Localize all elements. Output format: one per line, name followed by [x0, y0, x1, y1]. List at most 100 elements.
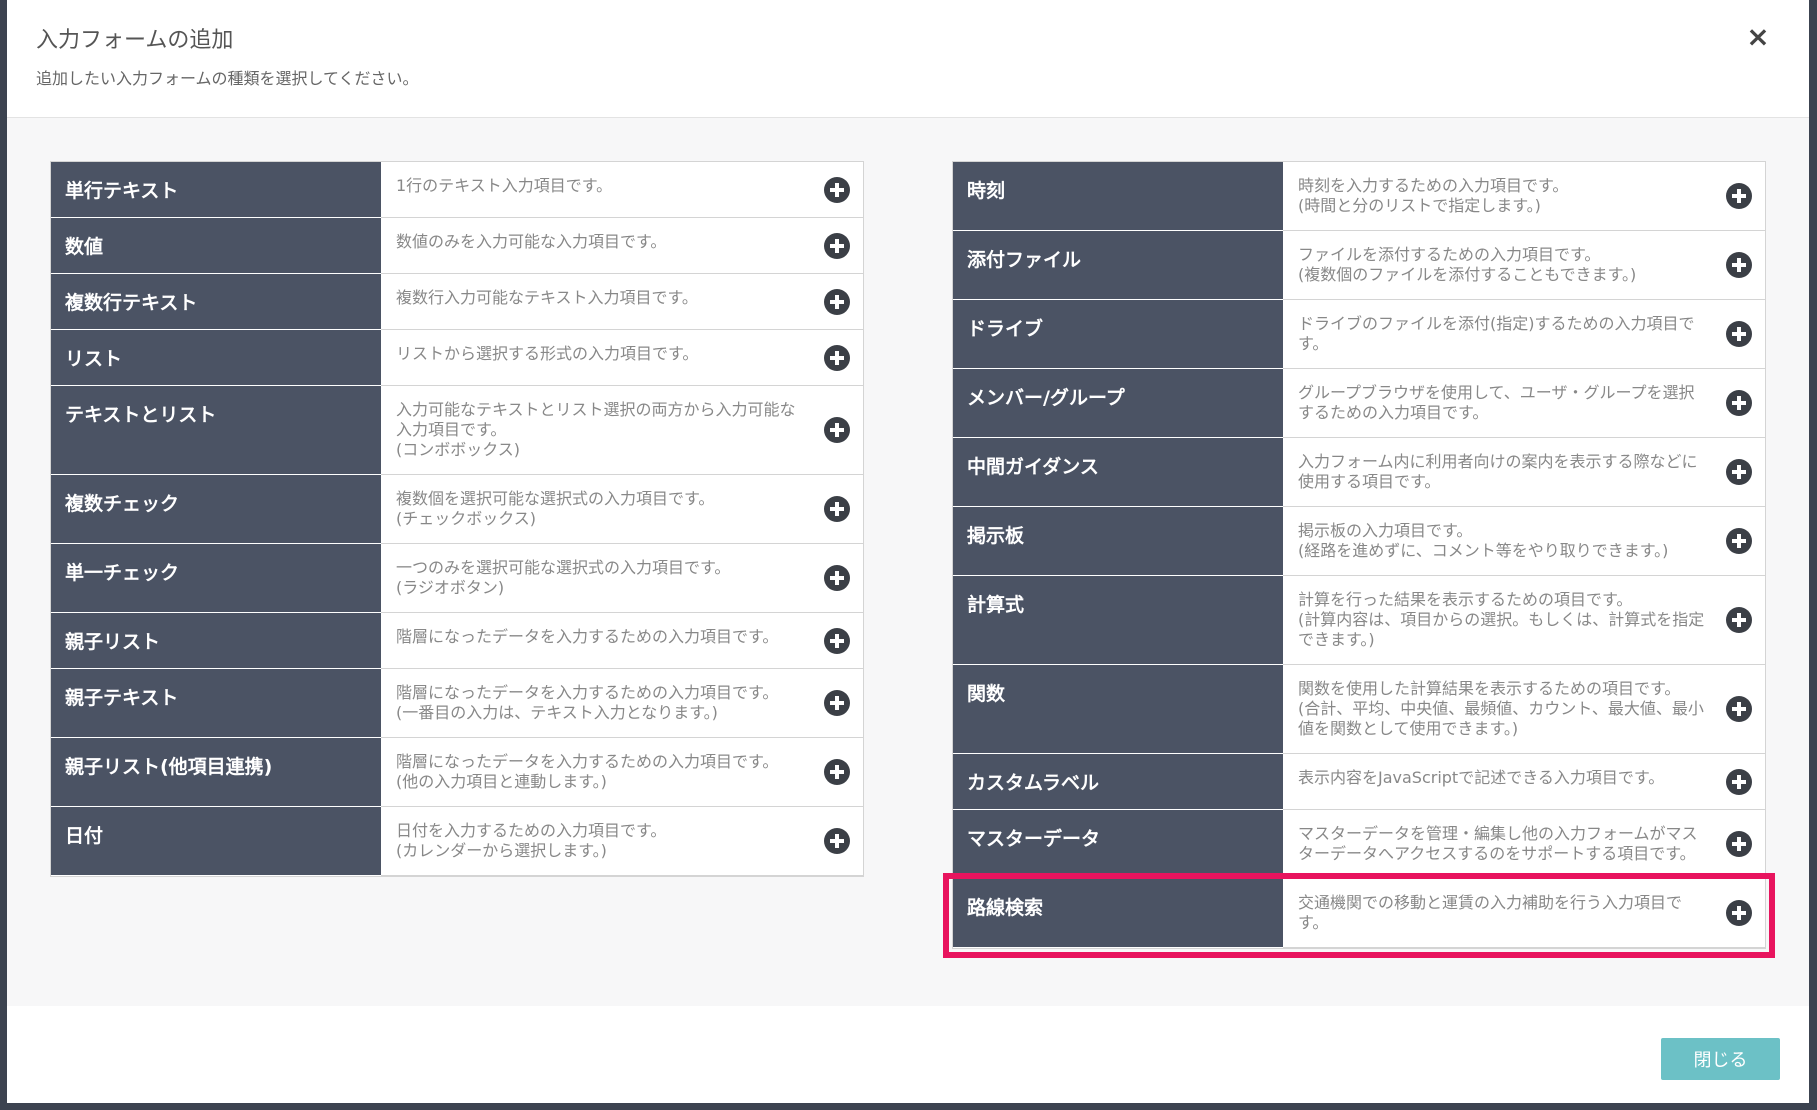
plus-circle-icon[interactable] [824, 232, 850, 259]
description-line: (他の入力項目と連動します。) [396, 772, 607, 791]
form-type-description: リストから選択する形式の入力項目です。 [381, 329, 863, 386]
description-line: 階層になったデータを入力するための入力項目です。 [396, 627, 779, 646]
description-line: (時間と分のリストで指定します。) [1298, 196, 1541, 215]
form-type-name: メンバー/グループ [953, 368, 1283, 438]
form-type-name: 数値 [51, 217, 381, 274]
close-button[interactable]: 閉じる [1661, 1038, 1780, 1080]
form-type-row[interactable]: カスタムラベル 表示内容をJavaScriptで記述できる入力項目です。 [953, 753, 1765, 810]
description-line: (一番目の入力は、テキスト入力となります。) [396, 703, 718, 722]
description-line: グループブラウザを使用して、ユーザ・グループを選択するための入力項目です。 [1298, 383, 1695, 422]
plus-circle-icon[interactable] [824, 496, 850, 522]
form-type-description: 階層になったデータを入力するための入力項目です。 (他の入力項目と連動します。) [381, 737, 863, 807]
form-type-row[interactable]: テキストとリスト 入力可能なテキストとリスト選択の両方から入力可能な入力項目です。… [51, 385, 863, 475]
form-type-row[interactable]: 時刻 時刻を入力するための入力項目です。 (時間と分のリストで指定します。) [953, 162, 1765, 231]
form-type-description: 掲示板の入力項目です。 (経路を進めずに、コメント等をやり取りできます。) [1283, 506, 1765, 576]
description-line: (コンボボックス) [396, 440, 521, 459]
form-type-row[interactable]: ドライブ ドライブのファイルを添付(指定)するための入力項目です。 [953, 299, 1765, 369]
form-type-description: 複数行入力可能なテキスト入力項目です。 [381, 273, 863, 330]
form-type-name: 単一チェック [51, 543, 381, 613]
form-type-row[interactable]: 単一チェック 一つのみを選択可能な選択式の入力項目です。 (ラジオボタン) [51, 543, 863, 613]
form-type-description: 入力フォーム内に利用者向けの案内を表示する際などに使用する項目です。 [1283, 437, 1765, 507]
plus-circle-icon[interactable] [824, 828, 850, 854]
plus-circle-icon[interactable] [824, 565, 850, 591]
form-type-row[interactable]: 路線検索 交通機関での移動と運賃の入力補助を行う入力項目です。 [953, 878, 1765, 948]
plus-circle-icon[interactable] [1726, 390, 1752, 416]
form-type-name: 計算式 [953, 575, 1283, 665]
dialog-title: 入力フォームの追加 [36, 28, 234, 53]
plus-circle-icon[interactable] [1726, 528, 1752, 554]
form-type-description: 階層になったデータを入力するための入力項目です。 [381, 612, 863, 669]
plus-circle-icon[interactable] [1726, 321, 1752, 347]
form-type-name: 時刻 [953, 162, 1283, 231]
form-type-row[interactable]: 数値 数値のみを入力可能な入力項目です。 [51, 217, 863, 274]
form-type-row[interactable]: メンバー/グループ グループブラウザを使用して、ユーザ・グループを選択するための入… [953, 368, 1765, 438]
form-type-name: カスタムラベル [953, 753, 1283, 810]
form-type-description: 数値のみを入力可能な入力項目です。 [381, 217, 863, 274]
description-line: (経路を進めずに、コメント等をやり取りできます。) [1298, 541, 1669, 560]
close-icon[interactable]: × [1743, 22, 1773, 52]
form-type-description: 入力可能なテキストとリスト選択の両方から入力可能な入力項目です。 (コンボボックス… [381, 385, 863, 475]
plus-circle-icon[interactable] [824, 690, 850, 716]
form-type-row[interactable]: リスト リストから選択する形式の入力項目です。 [51, 329, 863, 386]
plus-circle-icon[interactable] [1726, 459, 1752, 485]
description-line: ドライブのファイルを添付(指定)するための入力項目です。 [1298, 314, 1695, 353]
form-type-name: 関数 [953, 664, 1283, 754]
form-type-row[interactable]: 中間ガイダンス 入力フォーム内に利用者向けの案内を表示する際などに使用する項目です… [953, 437, 1765, 507]
form-type-description: 時刻を入力するための入力項目です。 (時間と分のリストで指定します。) [1283, 162, 1765, 231]
description-line: 交通機関での移動と運賃の入力補助を行う入力項目です。 [1298, 893, 1683, 932]
description-line: (複数個のファイルを添付することもできます。) [1298, 265, 1637, 284]
form-type-row[interactable]: 計算式 計算を行った結果を表示するための項目です。 (計算内容は、項目からの選択。も… [953, 575, 1765, 665]
plus-circle-icon[interactable] [1726, 183, 1752, 209]
form-type-row[interactable]: マスターデータ マスターデータを管理・編集し他の入力フォームがマスターデータへアク… [953, 809, 1765, 879]
form-type-column-right: 時刻 時刻を入力するための入力項目です。 (時間と分のリストで指定します。) 添付ファ… [953, 162, 1765, 948]
form-type-name: 日付 [51, 806, 381, 876]
dialog-subtitle: 追加したい入力フォームの種類を選択してください。 [36, 69, 419, 88]
form-type-column-left: 単行テキスト 1行のテキスト入力項目です。 数値 数値のみを入力可能な入力項目です。複… [51, 162, 863, 876]
plus-circle-icon[interactable] [1726, 831, 1752, 857]
plus-circle-icon[interactable] [824, 344, 850, 371]
description-line: 関数を使用した計算結果を表示するための項目です。 [1298, 679, 1681, 698]
form-type-description: 交通機関での移動と運賃の入力補助を行う入力項目です。 [1283, 878, 1765, 948]
description-line: 表示内容をJavaScriptで記述できる入力項目です。 [1298, 768, 1665, 787]
description-line: 階層になったデータを入力するための入力項目です。 [396, 752, 779, 771]
description-line: 掲示板の入力項目です。 [1298, 521, 1473, 540]
plus-circle-icon[interactable] [824, 417, 850, 443]
plus-circle-icon[interactable] [824, 627, 850, 654]
form-type-description: ドライブのファイルを添付(指定)するための入力項目です。 [1283, 299, 1765, 369]
description-line: 入力フォーム内に利用者向けの案内を表示する際などに使用する項目です。 [1298, 452, 1698, 491]
dialog-header: 入力フォームの追加 追加したい入力フォームの種類を選択してください。 × [7, 0, 1809, 118]
plus-circle-icon[interactable] [1726, 768, 1752, 795]
description-line: 時刻を入力するための入力項目です。 [1298, 176, 1569, 195]
description-line: 数値のみを入力可能な入力項目です。 [396, 232, 667, 251]
form-type-row[interactable]: 掲示板 掲示板の入力項目です。 (経路を進めずに、コメント等をやり取りできます。) [953, 506, 1765, 576]
form-type-name: 単行テキスト [51, 162, 381, 218]
form-type-row[interactable]: 関数 関数を使用した計算結果を表示するための項目です。 (合計、平均、中央値、最頻値… [953, 664, 1765, 754]
plus-circle-icon[interactable] [824, 759, 850, 785]
form-type-row[interactable]: 複数行テキスト 複数行入力可能なテキスト入力項目です。 [51, 273, 863, 330]
plus-circle-icon[interactable] [1726, 252, 1752, 278]
form-type-table-right: 時刻 時刻を入力するための入力項目です。 (時間と分のリストで指定します。) 添付ファ… [953, 162, 1765, 948]
form-type-description: 1行のテキスト入力項目です。 [381, 162, 863, 218]
description-line: 一つのみを選択可能な選択式の入力項目です。 [396, 558, 731, 577]
form-type-name: リスト [51, 329, 381, 386]
form-type-row[interactable]: 単行テキスト 1行のテキスト入力項目です。 [51, 162, 863, 218]
form-type-row[interactable]: 日付 日付を入力するための入力項目です。 (カレンダーから選択します。) [51, 806, 863, 876]
form-type-description: 日付を入力するための入力項目です。 (カレンダーから選択します。) [381, 806, 863, 876]
plus-circle-icon[interactable] [1726, 900, 1752, 926]
form-type-name: テキストとリスト [51, 385, 381, 475]
description-line: (計算内容は、項目からの選択。もしくは、計算式を指定できます。) [1298, 610, 1705, 649]
form-type-row[interactable]: 添付ファイル ファイルを添付するための入力項目です。 (複数個のファイルを添付するこ… [953, 230, 1765, 300]
form-type-row[interactable]: 親子リスト 階層になったデータを入力するための入力項目です。 [51, 612, 863, 669]
plus-circle-icon[interactable] [1726, 607, 1752, 633]
plus-circle-icon[interactable] [824, 288, 850, 315]
form-type-row[interactable]: 親子テキスト 階層になったデータを入力するための入力項目です。 (一番目の入力は、テ… [51, 668, 863, 738]
form-type-table-left: 単行テキスト 1行のテキスト入力項目です。 数値 数値のみを入力可能な入力項目です。複… [51, 162, 863, 876]
form-type-name: 添付ファイル [953, 230, 1283, 300]
description-line: ファイルを添付するための入力項目です。 [1298, 245, 1601, 264]
form-type-row[interactable]: 親子リスト(他項目連携) 階層になったデータを入力するための入力項目です。 (他の入… [51, 737, 863, 807]
form-type-name: ドライブ [953, 299, 1283, 369]
plus-circle-icon[interactable] [1726, 696, 1752, 722]
plus-circle-icon[interactable] [824, 176, 850, 203]
form-type-description: 複数個を選択可能な選択式の入力項目です。 (チェックボックス) [381, 474, 863, 544]
form-type-row[interactable]: 複数チェック 複数個を選択可能な選択式の入力項目です。 (チェックボックス) [51, 474, 863, 544]
